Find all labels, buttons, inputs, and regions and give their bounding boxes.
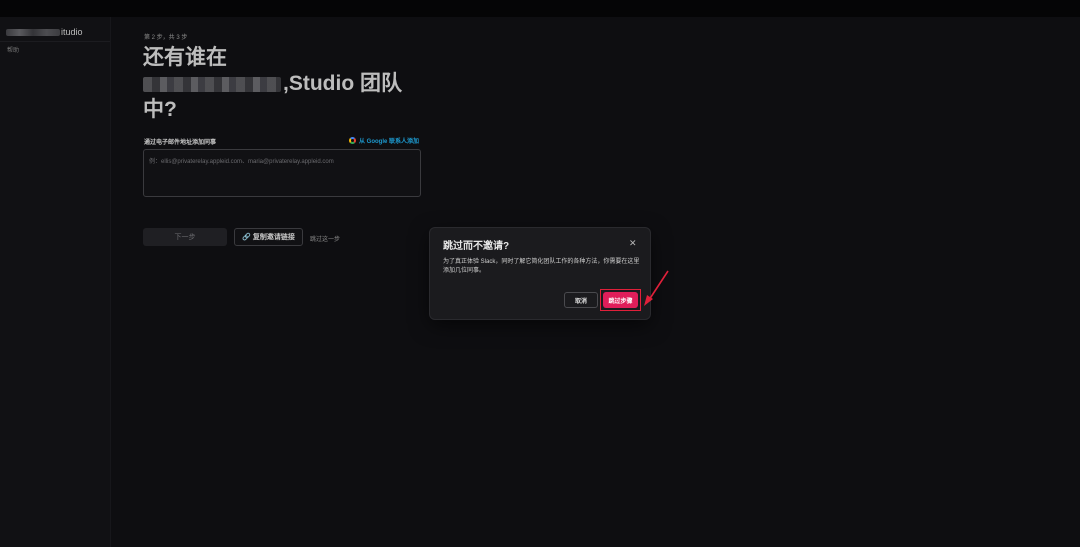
google-contacts-link[interactable]: 从 Google 联系人添加 bbox=[349, 136, 419, 145]
google-icon bbox=[349, 137, 356, 144]
annotation-arrow-icon bbox=[644, 270, 669, 306]
workspace-name-redacted bbox=[6, 28, 60, 36]
step-indicator: 第 2 步，共 3 步 bbox=[144, 35, 188, 41]
skip-step-button[interactable]: 跳过步骤 bbox=[603, 292, 638, 308]
email-field-label: 通过电子邮件地址添加同事 bbox=[144, 140, 217, 146]
skip-confirm-dialog: 跳过而不邀请? ✕ 为了真正体验 Slack，同时了解它简化团队工作的各种方法，… bbox=[430, 228, 650, 319]
title-line-3: 中? bbox=[143, 98, 177, 121]
close-icon[interactable]: ✕ bbox=[629, 238, 637, 249]
copy-invite-link-label: 复制邀请链接 bbox=[252, 234, 295, 241]
cancel-button[interactable]: 取消 bbox=[564, 292, 598, 308]
email-textarea[interactable] bbox=[143, 149, 422, 197]
google-contacts-label: 从 Google 联系人添加 bbox=[359, 139, 420, 145]
page-title: 还有谁在 ,Studio 团队 中? bbox=[143, 45, 413, 123]
redacted-workspace-name bbox=[143, 76, 281, 92]
sidebar: itudio 帮助 bbox=[0, 17, 111, 547]
next-button[interactable]: 下一步 bbox=[143, 228, 227, 246]
link-icon: 🔗 bbox=[242, 234, 251, 241]
email-input[interactable] bbox=[144, 154, 422, 170]
dialog-body: 为了真正体验 Slack，同时了解它简化团队工作的各种方法，你需要在这里添加几位… bbox=[443, 259, 640, 274]
help-link[interactable]: 帮助 bbox=[7, 45, 19, 54]
title-line-2: ,Studio 团队 bbox=[143, 71, 413, 97]
workspace-switcher[interactable]: itudio bbox=[6, 25, 106, 39]
skip-step-link[interactable]: 跳过这一步 bbox=[310, 234, 340, 243]
title-line-1: 还有谁在 bbox=[143, 46, 227, 69]
sidebar-divider bbox=[0, 41, 110, 42]
top-bar bbox=[0, 0, 1080, 17]
copy-invite-link-button[interactable]: 🔗 复制邀请链接 bbox=[234, 228, 303, 246]
dialog-title: 跳过而不邀请? bbox=[443, 241, 510, 252]
title-line-2-text: ,Studio 团队 bbox=[283, 72, 402, 95]
workspace-name: itudio bbox=[61, 27, 83, 37]
